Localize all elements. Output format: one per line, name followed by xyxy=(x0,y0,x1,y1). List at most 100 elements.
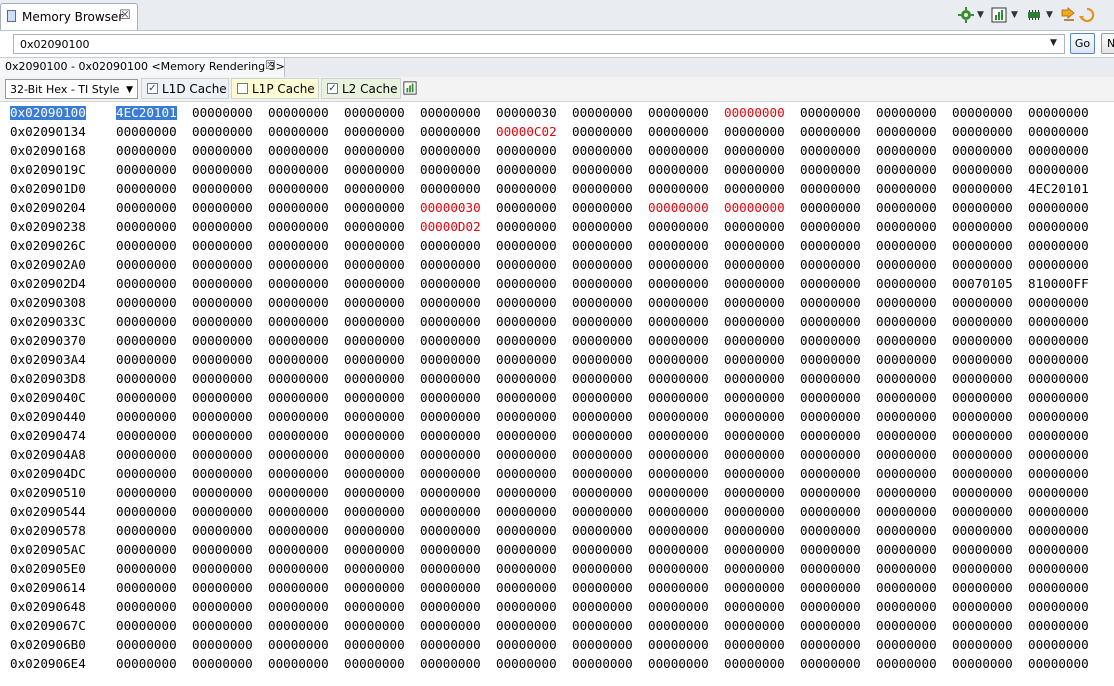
memory-row-address[interactable]: 0x020901D0 xyxy=(10,182,86,196)
memory-cell[interactable]: 00000000 xyxy=(724,372,785,386)
memory-cell[interactable]: 00000000 xyxy=(952,258,1013,272)
memory-cell[interactable]: 00000000 xyxy=(876,391,937,405)
memory-row-address[interactable]: 0x020906B0 xyxy=(10,638,86,652)
memory-cell[interactable]: 00000000 xyxy=(496,505,557,519)
memory-row-address[interactable]: 0x0209026C xyxy=(10,239,86,253)
memory-cell[interactable]: 00000000 xyxy=(876,239,937,253)
memory-cell[interactable]: 00000000 xyxy=(496,163,557,177)
memory-cell[interactable]: 00000000 xyxy=(496,562,557,576)
memory-cell[interactable]: 00000000 xyxy=(572,429,633,443)
memory-cell[interactable]: 00000000 xyxy=(496,600,557,614)
memory-cell[interactable]: 00000000 xyxy=(648,638,709,652)
close-icon[interactable]: ☒ xyxy=(265,58,276,72)
memory-cell[interactable]: 00000000 xyxy=(344,638,405,652)
memory-cell[interactable]: 00000000 xyxy=(344,106,405,120)
memory-cell[interactable]: 00000000 xyxy=(192,543,253,557)
memory-cell[interactable]: 00000000 xyxy=(724,106,785,120)
memory-cell[interactable]: 00000000 xyxy=(648,239,709,253)
memory-row-address[interactable]: 0x020906E4 xyxy=(10,657,86,671)
memory-cell[interactable]: 00000000 xyxy=(116,638,177,652)
memory-cell[interactable]: 00000000 xyxy=(1028,486,1089,500)
memory-cell[interactable]: 00000000 xyxy=(192,296,253,310)
memory-cell[interactable]: 00000000 xyxy=(268,619,329,633)
memory-cell[interactable]: 00000000 xyxy=(192,125,253,139)
memory-cell[interactable]: 00000000 xyxy=(1028,315,1089,329)
memory-row-address[interactable]: 0x02090510 xyxy=(10,486,86,500)
memory-cell[interactable]: 00000000 xyxy=(116,467,177,481)
memory-cell[interactable]: 00000000 xyxy=(496,277,557,291)
memory-cell[interactable]: 00000000 xyxy=(724,467,785,481)
memory-cell[interactable]: 00000000 xyxy=(952,315,1013,329)
memory-cell[interactable]: 00000000 xyxy=(800,429,861,443)
memory-cell[interactable]: 00000000 xyxy=(496,657,557,671)
memory-cell[interactable]: 00000000 xyxy=(268,201,329,215)
memory-cell[interactable]: 00000000 xyxy=(724,258,785,272)
memory-cell[interactable]: 00000000 xyxy=(572,106,633,120)
memory-cell[interactable]: 00000000 xyxy=(496,144,557,158)
memory-cell[interactable]: 00000000 xyxy=(648,543,709,557)
memory-cell[interactable]: 00000000 xyxy=(116,144,177,158)
memory-cell[interactable]: 00000000 xyxy=(648,467,709,481)
memory-cell[interactable]: 00000000 xyxy=(192,144,253,158)
memory-cell[interactable]: 00000000 xyxy=(192,581,253,595)
memory-cell[interactable]: 00000000 xyxy=(268,391,329,405)
memory-row-address[interactable]: 0x02090614 xyxy=(10,581,86,595)
memory-chart-icon[interactable] xyxy=(403,81,417,95)
new-tab-button[interactable]: N xyxy=(1101,33,1114,54)
memory-cell[interactable]: 00000000 xyxy=(268,220,329,234)
memory-cell[interactable]: 00000000 xyxy=(116,220,177,234)
memory-cell[interactable]: 00000030 xyxy=(420,201,481,215)
memory-cell[interactable]: 00000000 xyxy=(420,258,481,272)
memory-cell[interactable]: 00000000 xyxy=(420,600,481,614)
memory-cell[interactable]: 00000000 xyxy=(268,163,329,177)
address-input[interactable] xyxy=(13,34,1065,54)
memory-cell[interactable]: 00000000 xyxy=(952,600,1013,614)
memory-cell[interactable]: 00000000 xyxy=(800,258,861,272)
memory-cell[interactable]: 00000000 xyxy=(952,619,1013,633)
memory-cell[interactable]: 00000000 xyxy=(800,619,861,633)
memory-cell[interactable]: 00000000 xyxy=(420,106,481,120)
memory-row-address[interactable]: 0x02090168 xyxy=(10,144,86,158)
memory-cell[interactable]: 00000000 xyxy=(116,486,177,500)
memory-cell[interactable]: 00000000 xyxy=(952,220,1013,234)
memory-cell[interactable]: 00000000 xyxy=(192,315,253,329)
memory-cell[interactable]: 00000000 xyxy=(1028,220,1089,234)
memory-cell[interactable]: 00000000 xyxy=(952,429,1013,443)
memory-cell[interactable]: 00000000 xyxy=(192,638,253,652)
memory-cell[interactable]: 00000000 xyxy=(724,543,785,557)
memory-cell[interactable]: 00000000 xyxy=(116,448,177,462)
memory-cell[interactable]: 00000000 xyxy=(192,353,253,367)
memory-cell[interactable]: 00000000 xyxy=(800,144,861,158)
memory-cell[interactable]: 00000000 xyxy=(572,391,633,405)
memory-rendering-tab[interactable]: 0x2090100 - 0x02090100 <Memory Rendering… xyxy=(0,58,285,77)
memory-row-address[interactable]: 0x02090578 xyxy=(10,524,86,538)
memory-cell[interactable]: 00000000 xyxy=(952,163,1013,177)
memory-cell[interactable]: 00000000 xyxy=(268,182,329,196)
memory-cell[interactable]: 00000000 xyxy=(116,182,177,196)
cpu-gear-icon[interactable] xyxy=(958,7,974,23)
memory-cell[interactable]: 00000000 xyxy=(724,239,785,253)
memory-cell[interactable]: 00000000 xyxy=(648,410,709,424)
memory-row-address[interactable]: 0x020904DC xyxy=(10,467,86,481)
memory-cell[interactable]: 00000000 xyxy=(496,201,557,215)
memory-cell[interactable]: 00000000 xyxy=(116,315,177,329)
memory-cell[interactable]: 00000000 xyxy=(648,600,709,614)
memory-cell[interactable]: 00000000 xyxy=(420,372,481,386)
memory-cell[interactable]: 00000000 xyxy=(800,372,861,386)
memory-cell[interactable]: 00000000 xyxy=(116,543,177,557)
memory-cell[interactable]: 00000000 xyxy=(572,638,633,652)
memory-cell[interactable]: 00000000 xyxy=(952,448,1013,462)
memory-cell[interactable]: 00000000 xyxy=(952,543,1013,557)
memory-cell[interactable]: 00000000 xyxy=(116,277,177,291)
memory-cell[interactable]: 00000000 xyxy=(192,334,253,348)
memory-row-address[interactable]: 0x020903D8 xyxy=(10,372,86,386)
memory-cell[interactable]: 00000000 xyxy=(420,182,481,196)
memory-chart-icon[interactable] xyxy=(991,7,1007,23)
memory-cell[interactable]: 00000000 xyxy=(648,657,709,671)
memory-cell[interactable]: 00000000 xyxy=(420,657,481,671)
memory-cell[interactable]: 00000000 xyxy=(192,239,253,253)
memory-cell[interactable]: 00000000 xyxy=(420,448,481,462)
memory-cell[interactable]: 00000000 xyxy=(192,372,253,386)
memory-cell[interactable]: 00000000 xyxy=(648,448,709,462)
memory-cell[interactable]: 00000000 xyxy=(1028,619,1089,633)
